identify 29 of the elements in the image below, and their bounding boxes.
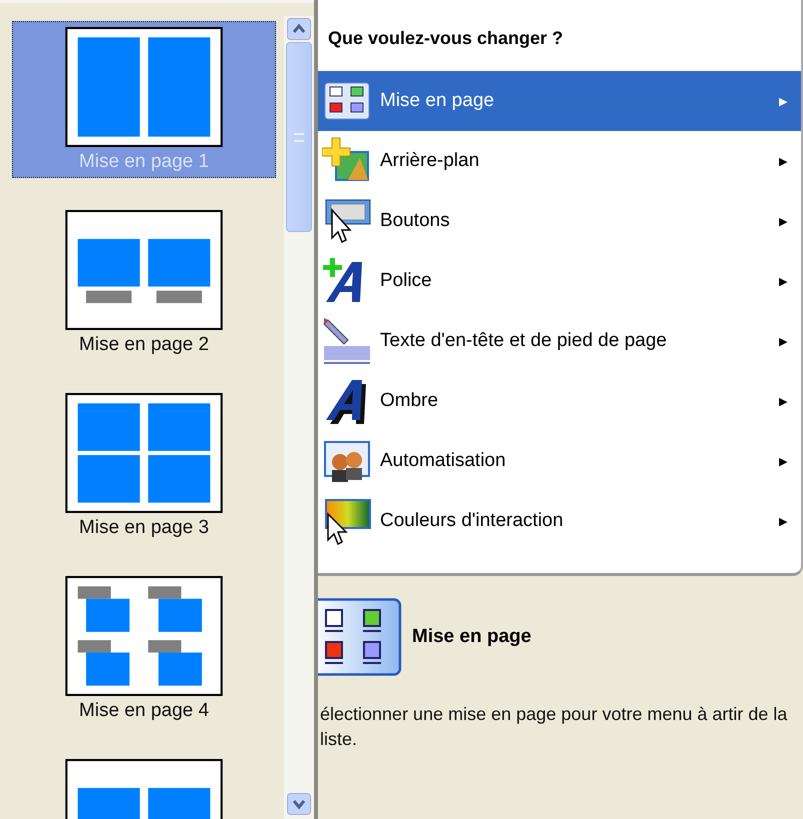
scroll-up-button[interactable]: [287, 18, 311, 40]
menu-item[interactable]: Police ▶: [318, 251, 801, 311]
details-title: Mise en page: [412, 626, 532, 648]
submenu-arrow: ▶: [779, 274, 787, 288]
submenu-arrow: ▶: [779, 334, 787, 348]
layout-item[interactable]: Mise en page 3: [12, 387, 276, 544]
menu-item[interactable]: Arrière-plan ▶: [318, 131, 801, 191]
submenu-arrow: ▶: [779, 394, 787, 408]
submenu-arrow: ▶: [779, 94, 787, 108]
menu-item[interactable]: Texte d'en-tête et de pied de page ▶: [318, 311, 801, 371]
menu-item[interactable]: Couleurs d'interaction ▶: [318, 491, 801, 551]
layout-icon-button[interactable]: [318, 598, 402, 676]
submenu-arrow: ▶: [779, 214, 787, 228]
submenu-arrow: ▶: [779, 514, 787, 528]
scroll-down-button[interactable]: [287, 793, 311, 815]
menu-item[interactable]: Automatisation ▶: [318, 431, 801, 491]
gradient-cursor-icon: [322, 496, 372, 546]
menu-item[interactable]: Mise en page ▶: [318, 71, 801, 131]
submenu-arrow: ▶: [779, 454, 787, 468]
submenu-arrow: ▶: [779, 154, 787, 168]
scroll-thumb[interactable]: [286, 42, 312, 232]
menu-item[interactable]: Boutons ▶: [318, 191, 801, 251]
scrollbar[interactable]: [284, 16, 314, 819]
menu-title: Que voulez-vous changer ?: [327, 28, 564, 49]
details-description: électionner une mise en page pour votre menu à artir de la liste.: [320, 703, 788, 751]
layout-item[interactable]: Mise en page 2: [12, 204, 276, 361]
menu-item[interactable]: Ombre ▶: [318, 371, 801, 431]
pencil-abc-icon: [322, 316, 372, 366]
layout-item[interactable]: Mise en page 4: [12, 570, 276, 727]
